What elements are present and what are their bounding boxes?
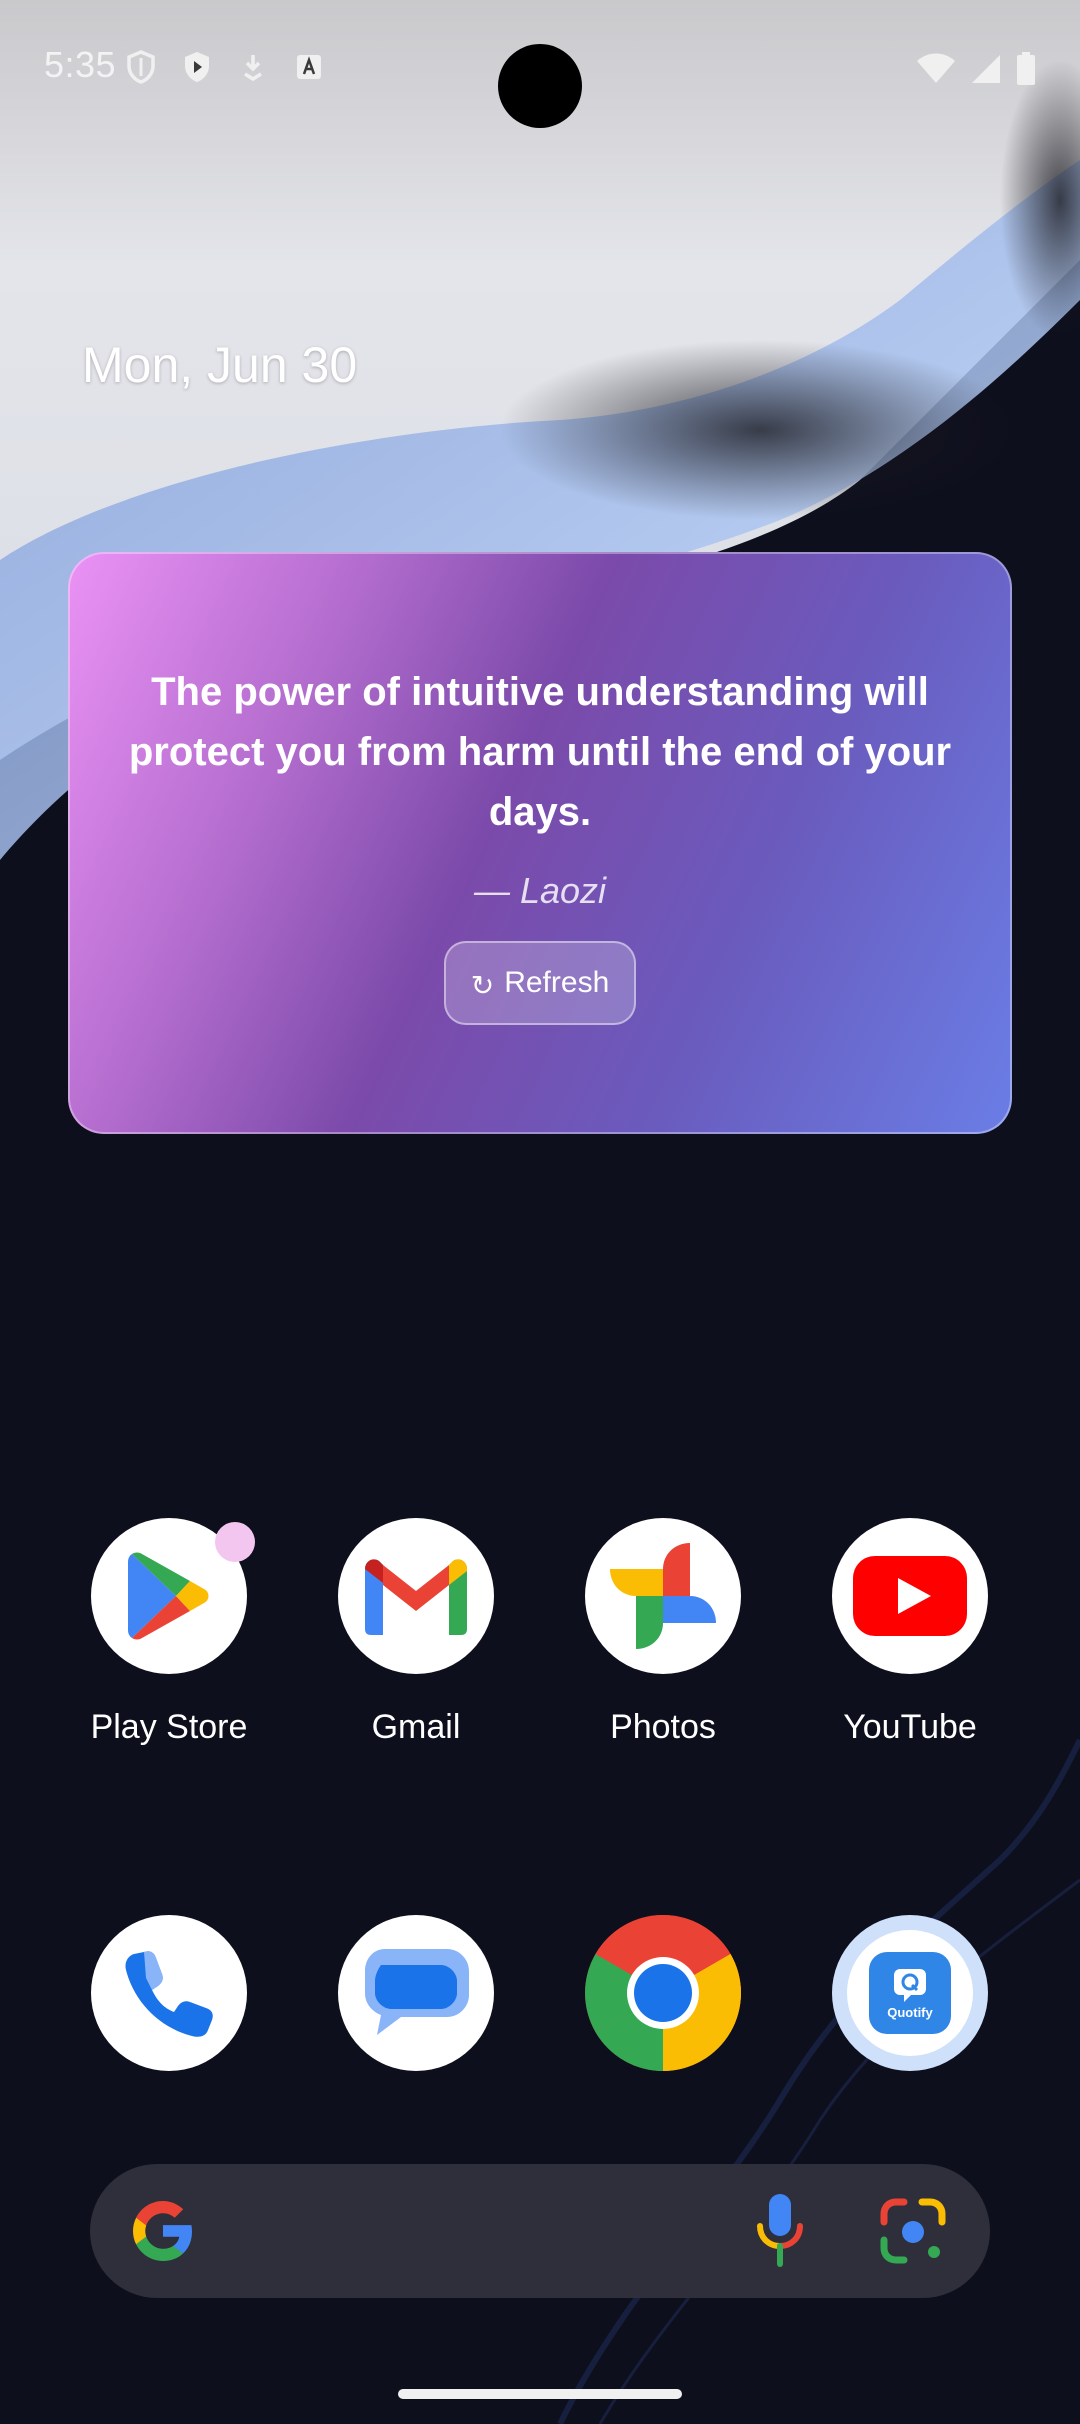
quote-widget[interactable]: The power of intuitive understanding wil… <box>68 552 1012 1134</box>
home-screen: 5:35 Mon, Jun 30 The power of intuitive … <box>0 0 1080 2424</box>
app-label: Photos <box>610 1708 716 1746</box>
system-icons <box>916 52 1036 91</box>
app-label: Gmail <box>371 1708 461 1746</box>
refresh-label: Refresh <box>504 966 610 999</box>
messages-icon[interactable] <box>338 1915 494 2071</box>
refresh-button[interactable]: ↻ Refresh <box>444 941 636 1025</box>
status-bar: 5:35 <box>0 0 1080 140</box>
app-label: YouTube <box>843 1708 977 1746</box>
download-icon <box>236 50 270 84</box>
notification-dot <box>215 1522 255 1562</box>
chrome-icon[interactable] <box>585 1915 741 2071</box>
status-time: 5:35 <box>44 44 117 85</box>
phone-icon[interactable] <box>91 1915 247 2071</box>
google-g-icon <box>130 2198 196 2269</box>
home-indicator[interactable] <box>398 2389 682 2399</box>
lens-icon[interactable] <box>880 2198 946 2269</box>
keyboard-a-icon <box>292 50 326 84</box>
google-search-bar[interactable] <box>90 2164 990 2298</box>
date-widget[interactable]: Mon, Jun 30 <box>82 336 357 394</box>
wifi-icon <box>916 53 956 90</box>
youtube-icon[interactable] <box>832 1518 988 1674</box>
quotify-icon-text: Quotify <box>887 2004 933 2020</box>
gmail-icon[interactable] <box>338 1518 494 1674</box>
notification-icons <box>124 50 326 84</box>
play-protect-icon <box>180 50 214 84</box>
quotify-icon[interactable]: Quotify <box>832 1915 988 2071</box>
shield-icon <box>124 50 158 84</box>
battery-icon <box>1016 52 1036 91</box>
quote-author: — Laozi <box>473 870 607 911</box>
photos-icon[interactable] <box>585 1518 741 1674</box>
mic-icon[interactable] <box>754 2192 806 2273</box>
signal-icon <box>970 53 1002 90</box>
camera-cutout <box>498 44 582 128</box>
refresh-icon: ↻ <box>470 969 495 1001</box>
app-label: Play Store <box>90 1708 248 1746</box>
quote-text: The power of intuitive understanding wil… <box>128 670 952 834</box>
